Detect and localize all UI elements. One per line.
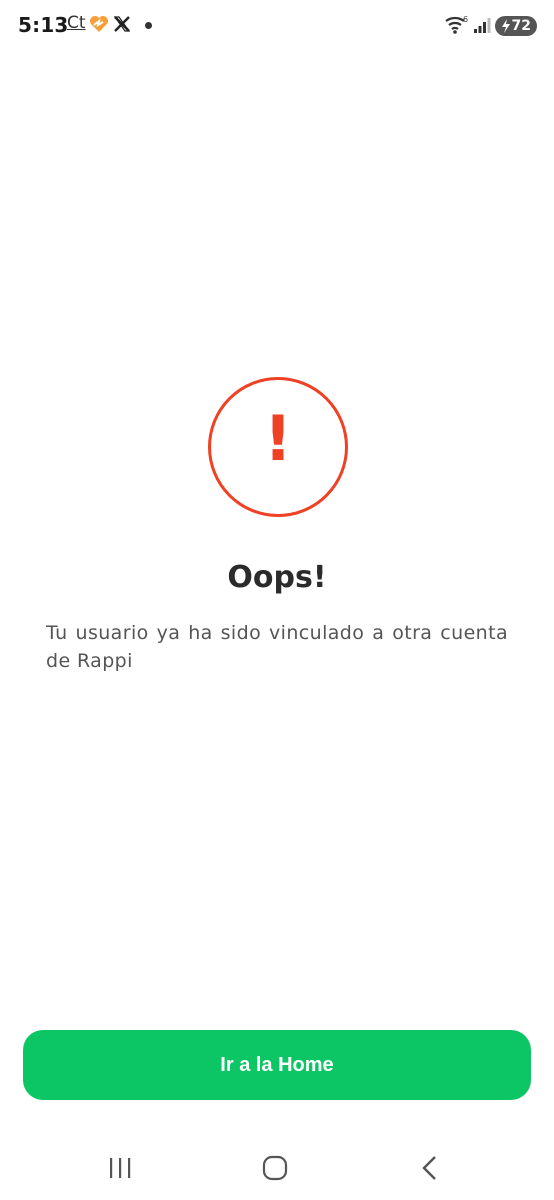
home-icon[interactable] [255, 1152, 295, 1184]
wifi-icon: 6 [444, 15, 470, 40]
status-bar: 5:13 Ct 6 72 [0, 0, 554, 52]
exclamation-icon: ! [263, 402, 293, 475]
network-type-label: 6 [463, 15, 468, 24]
error-message: Tu usuario ya ha sido vinculado a otra c… [46, 622, 508, 672]
alert-circle-icon: ! [208, 377, 348, 517]
battery-level: 72 [511, 18, 531, 34]
signal-icon [473, 16, 491, 39]
x-icon [113, 15, 131, 38]
go-home-button[interactable]: Ir a la Home [23, 1030, 531, 1100]
notification-dot-icon [145, 22, 152, 29]
heart-icon [89, 15, 109, 38]
back-icon[interactable] [410, 1152, 450, 1184]
recent-apps-icon[interactable] [100, 1152, 140, 1184]
battery-icon: 72 [495, 16, 537, 36]
system-nav-bar [0, 1140, 554, 1200]
status-time: 5:13 [18, 13, 69, 37]
page-title: Oops! [227, 560, 327, 595]
ct-icon: Ct [67, 13, 86, 33]
